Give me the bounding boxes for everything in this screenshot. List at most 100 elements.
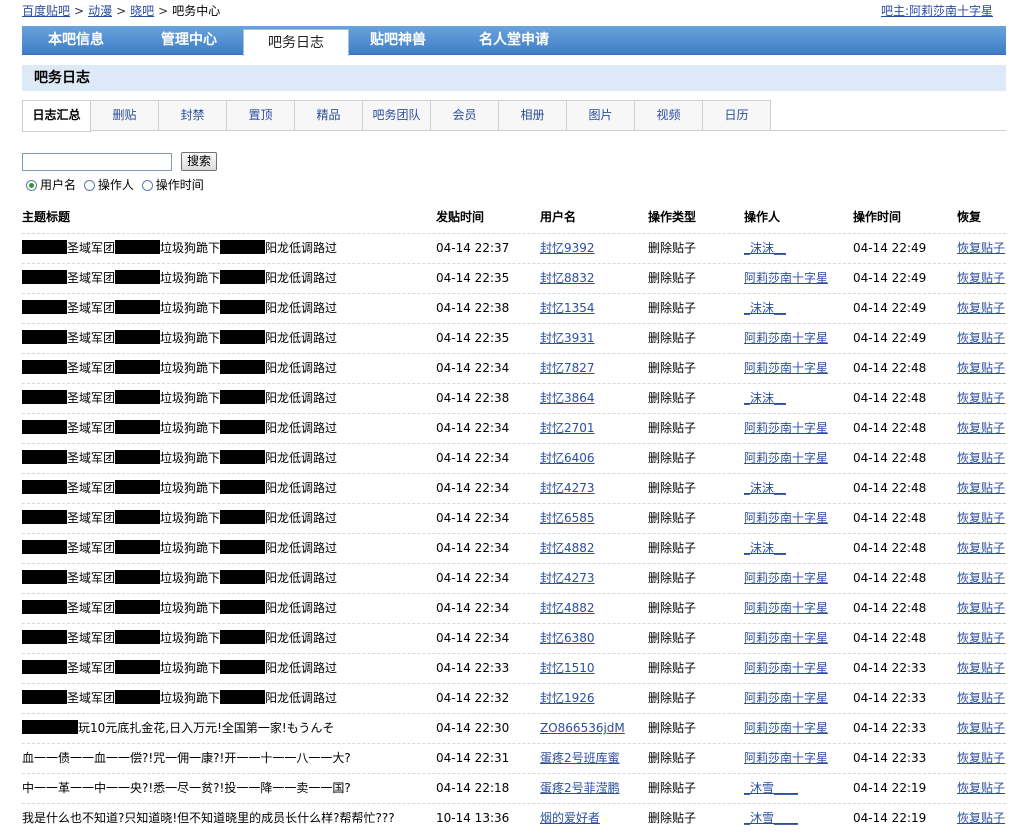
operator-link[interactable]: 阿莉莎南十字星 [744, 504, 828, 533]
operator-link[interactable]: 阿莉莎南十字星 [744, 714, 828, 743]
username-link[interactable]: 封忆6406 [540, 444, 595, 473]
operator-link[interactable]: 阿莉莎南十字星 [744, 414, 828, 443]
operator-link[interactable]: 阿莉莎南十字星 [744, 594, 828, 623]
username-link[interactable]: 封忆3864 [540, 384, 595, 413]
operator-link[interactable]: _沫沫__ [744, 474, 786, 503]
restore-post-link[interactable]: 恢复贴子 [957, 414, 1005, 443]
restore-post-link[interactable]: 恢复贴子 [957, 774, 1005, 803]
username-link[interactable]: 封忆7827 [540, 354, 595, 383]
sub-tab-ban[interactable]: 封禁 [159, 100, 227, 131]
restore-post-link[interactable]: 恢复贴子 [957, 444, 1005, 473]
sub-tab-pin[interactable]: 置顶 [227, 100, 295, 131]
nav-tab-management[interactable]: 管理中心 [135, 26, 243, 54]
breadcrumb-home-link[interactable]: 百度贴吧 [22, 4, 70, 18]
username-link[interactable]: 封忆1354 [540, 294, 595, 323]
breadcrumb-category-link[interactable]: 动漫 [88, 4, 112, 18]
restore-post-link[interactable]: 恢复贴子 [957, 714, 1005, 743]
username-link[interactable]: 封忆9392 [540, 234, 595, 263]
operator-link[interactable]: 阿莉莎南十字星 [744, 624, 828, 653]
username-link[interactable]: 封忆3931 [540, 324, 595, 353]
title-segment: 圣域军团 [67, 691, 116, 705]
radio-operator[interactable]: 操作人 [83, 177, 134, 193]
sub-tab-summary[interactable]: 日志汇总 [22, 100, 91, 132]
redacted-block [115, 690, 161, 704]
sub-tab-members[interactable]: 会员 [431, 100, 499, 131]
operator-link[interactable]: 阿莉莎南十字星 [744, 354, 828, 383]
username-link[interactable]: 封忆8832 [540, 264, 595, 293]
restore-post-link[interactable]: 恢复贴子 [957, 804, 1005, 833]
restore-post-link[interactable]: 恢复贴子 [957, 594, 1005, 623]
owner-label[interactable]: 吧主: [881, 4, 909, 18]
sub-tab-albums[interactable]: 相册 [499, 100, 567, 131]
sub-tab-team[interactable]: 吧务团队 [363, 100, 431, 131]
sub-tab-delete[interactable]: 删贴 [91, 100, 159, 131]
restore-post-link[interactable]: 恢复贴子 [957, 354, 1005, 383]
operator-link[interactable]: 阿莉莎南十字星 [744, 444, 828, 473]
redacted-block [22, 690, 67, 704]
restore-post-link[interactable]: 恢复贴子 [957, 474, 1005, 503]
operator-link[interactable]: _沐雪____ [744, 804, 798, 833]
operator-link[interactable]: _沐雪____ [744, 774, 798, 803]
title-segment: 阳龙低调路过 [265, 361, 338, 375]
restore-post-link[interactable]: 恢复贴子 [957, 534, 1005, 563]
username-link[interactable]: 封忆2701 [540, 414, 595, 443]
username-link[interactable]: 蛋疼2号菲滢鹏 [540, 774, 620, 803]
radio-username[interactable]: 用户名 [26, 177, 76, 193]
title-segment: 阳龙低调路过 [265, 331, 338, 345]
username-link[interactable]: ZO866536jdM [540, 714, 625, 743]
username-link[interactable]: 封忆4273 [540, 474, 595, 503]
restore-post-link[interactable]: 恢复贴子 [957, 654, 1005, 683]
username-link[interactable]: 封忆6585 [540, 504, 595, 533]
post-time: 04-14 22:34 [436, 421, 510, 435]
nav-tab-hall-of-fame[interactable]: 名人堂申请 [454, 26, 574, 54]
username-link[interactable]: 封忆4882 [540, 534, 595, 563]
title-segment: 圣域军团 [67, 511, 116, 525]
username-link[interactable]: 蛋疼2号班库蜜 [540, 744, 620, 773]
operator-link[interactable]: _沫沫__ [744, 534, 786, 563]
restore-post-link[interactable]: 恢复贴子 [957, 294, 1005, 323]
redacted-block [220, 360, 266, 374]
post-title: 圣域军团 垃圾狗跪下 阳龙低调路过 [22, 234, 337, 263]
nav-tab-beasts[interactable]: 贴吧神兽 [348, 26, 448, 54]
op-time: 04-14 22:33 [853, 721, 927, 735]
restore-post-link[interactable]: 恢复贴子 [957, 234, 1005, 263]
username-link[interactable]: 烟的爱好者 [540, 804, 600, 833]
username-link[interactable]: 封忆1926 [540, 684, 595, 713]
operator-link[interactable]: 阿莉莎南十字星 [744, 744, 828, 773]
nav-tab-logs[interactable]: 吧务日志 [243, 29, 349, 56]
redacted-block [220, 330, 266, 344]
radio-op-time[interactable]: 操作时间 [141, 177, 204, 193]
restore-post-link[interactable]: 恢复贴子 [957, 324, 1005, 353]
sub-tab-featured[interactable]: 精品 [295, 100, 363, 131]
operator-link[interactable]: 阿莉莎南十字星 [744, 324, 828, 353]
operator-link[interactable]: 阿莉莎南十字星 [744, 654, 828, 683]
operator-link[interactable]: 阿莉莎南十字星 [744, 264, 828, 293]
username-link[interactable]: 封忆4882 [540, 594, 595, 623]
nav-tab-forum-info[interactable]: 本吧信息 [22, 26, 130, 54]
op-time: 04-14 22:48 [853, 511, 927, 525]
sub-tab-videos[interactable]: 视频 [635, 100, 703, 131]
title-segment: 圣域军团 [67, 361, 116, 375]
sub-tab-images[interactable]: 图片 [567, 100, 635, 131]
restore-post-link[interactable]: 恢复贴子 [957, 564, 1005, 593]
restore-post-link[interactable]: 恢复贴子 [957, 504, 1005, 533]
breadcrumb-forum-link[interactable]: 晓吧 [130, 4, 154, 18]
operator-link[interactable]: _沫沫__ [744, 234, 786, 263]
operator-link[interactable]: 阿莉莎南十字星 [744, 684, 828, 713]
sub-tab-calendar[interactable]: 日历 [703, 100, 771, 131]
restore-post-link[interactable]: 恢复贴子 [957, 744, 1005, 773]
operator-link[interactable]: 阿莉莎南十字星 [744, 564, 828, 593]
restore-post-link[interactable]: 恢复贴子 [957, 384, 1005, 413]
owner-name-link[interactable]: 阿莉莎南十字星 [909, 4, 993, 18]
username-link[interactable]: 封忆4273 [540, 564, 595, 593]
search-button[interactable]: 搜索 [181, 152, 217, 171]
restore-post-link[interactable]: 恢复贴子 [957, 684, 1005, 713]
operator-link[interactable]: _沫沫__ [744, 384, 786, 413]
restore-post-link[interactable]: 恢复贴子 [957, 624, 1005, 653]
username-link[interactable]: 封忆6380 [540, 624, 595, 653]
redacted-block [115, 420, 161, 434]
restore-post-link[interactable]: 恢复贴子 [957, 264, 1005, 293]
username-link[interactable]: 封忆1510 [540, 654, 595, 683]
search-input[interactable] [22, 153, 172, 171]
operator-link[interactable]: _沫沫__ [744, 294, 786, 323]
